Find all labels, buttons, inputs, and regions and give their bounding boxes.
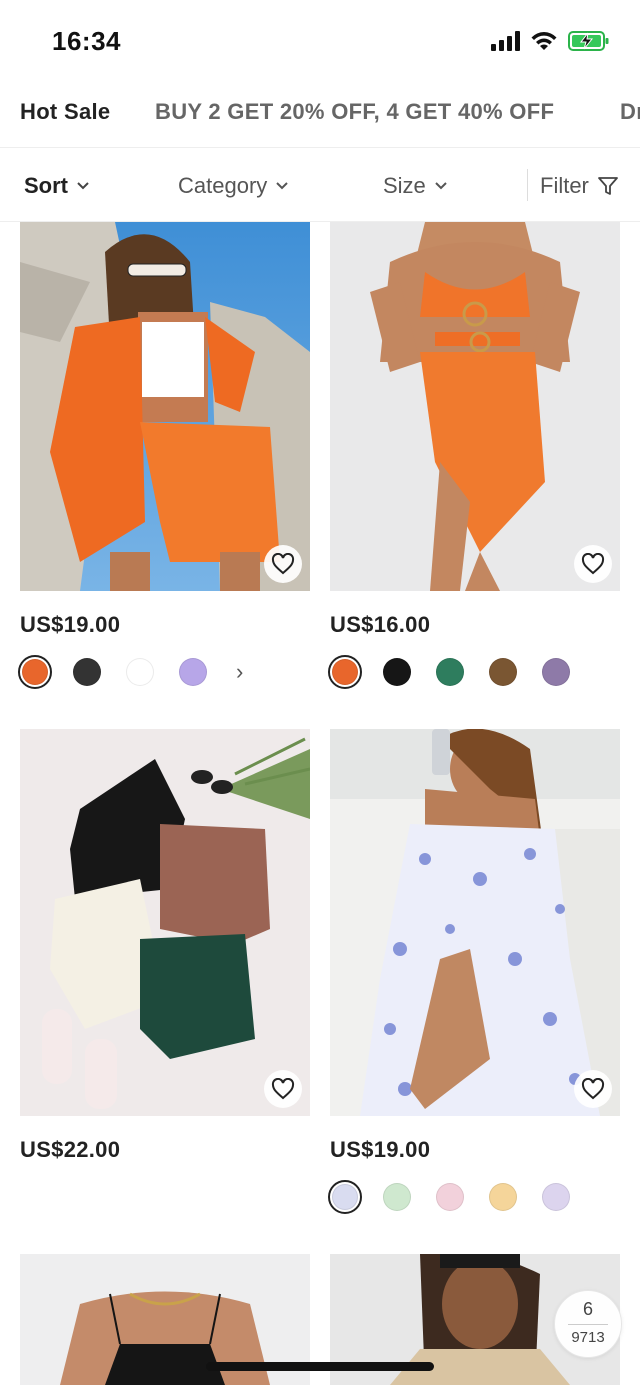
color-swatch[interactable] <box>542 658 570 686</box>
wifi-icon <box>531 32 557 50</box>
home-indicator[interactable] <box>206 1362 434 1371</box>
product-price: US$16.00 <box>330 612 431 637</box>
chevron-down-icon <box>435 182 447 190</box>
tab-next[interactable]: Dr <box>620 99 640 125</box>
color-swatch[interactable] <box>179 658 207 686</box>
status-bar: 16:34 <box>0 0 640 80</box>
more-colors-chevron-icon[interactable]: › <box>236 659 243 685</box>
status-icons <box>491 28 610 54</box>
color-swatches <box>328 1180 595 1214</box>
color-swatch[interactable] <box>542 1183 570 1211</box>
category-dropdown[interactable]: Category <box>178 173 289 199</box>
color-swatch[interactable] <box>383 1183 411 1211</box>
filter-label: Filter <box>540 173 589 198</box>
color-swatch[interactable] <box>126 658 154 686</box>
color-swatch[interactable] <box>489 1183 517 1211</box>
product-card[interactable]: US$22.00 <box>20 729 310 1204</box>
wishlist-button[interactable] <box>264 545 302 583</box>
funnel-icon <box>597 177 618 195</box>
page-counter-total: 9713 <box>571 1329 605 1346</box>
product-price: US$19.00 <box>20 612 121 637</box>
filter-divider <box>527 169 528 201</box>
color-swatch[interactable] <box>436 658 464 686</box>
size-dropdown[interactable]: Size <box>383 173 448 199</box>
product-image[interactable] <box>20 729 310 1116</box>
sort-dropdown[interactable]: Sort <box>24 173 90 199</box>
color-swatch[interactable] <box>383 658 411 686</box>
page-counter-current: 6 <box>582 1299 593 1319</box>
heart-icon <box>271 1078 295 1100</box>
product-price: US$22.00 <box>20 1137 121 1162</box>
battery-charging-icon <box>568 31 609 51</box>
page-counter[interactable]: 6 9713 <box>554 1290 622 1358</box>
color-swatches <box>328 655 595 689</box>
wishlist-button[interactable] <box>574 545 612 583</box>
chevron-down-icon <box>276 182 288 190</box>
chevron-down-icon <box>77 182 89 190</box>
color-swatch[interactable] <box>489 658 517 686</box>
color-swatch[interactable] <box>328 1180 362 1214</box>
tab-hot-sale[interactable]: Hot Sale <box>20 99 110 125</box>
filter-bar: Sort Category Size Filter <box>0 149 640 222</box>
wishlist-button[interactable] <box>574 1070 612 1108</box>
filter-button[interactable]: Filter <box>540 173 619 199</box>
wishlist-button[interactable] <box>264 1070 302 1108</box>
page-counter-divider <box>568 1324 608 1325</box>
product-card[interactable]: US$19.00 <box>328 729 620 1214</box>
product-card[interactable]: US$16.00 <box>328 222 620 697</box>
heart-icon <box>581 553 605 575</box>
color-swatches: › <box>18 655 243 689</box>
product-image[interactable] <box>20 222 310 591</box>
product-price: US$19.00 <box>330 1137 431 1162</box>
tab-buy-2-get-off[interactable]: BUY 2 GET 20% OFF, 4 GET 40% OFF <box>155 99 554 125</box>
product-card[interactable]: US$19.00 › <box>18 222 310 697</box>
cellular-signal-icon <box>491 31 520 51</box>
color-swatch[interactable] <box>18 655 52 689</box>
color-swatch[interactable] <box>328 655 362 689</box>
product-image[interactable] <box>330 222 620 591</box>
status-time: 16:34 <box>52 26 121 56</box>
promo-tab-bar: Hot Sale BUY 2 GET 20% OFF, 4 GET 40% OF… <box>0 80 640 148</box>
size-label: Size <box>383 173 426 198</box>
heart-icon <box>581 1078 605 1100</box>
color-swatch[interactable] <box>73 658 101 686</box>
color-swatch[interactable] <box>436 1183 464 1211</box>
category-label: Category <box>178 173 268 198</box>
heart-icon <box>271 553 295 575</box>
sort-label: Sort <box>24 173 68 198</box>
product-image[interactable] <box>330 729 620 1116</box>
